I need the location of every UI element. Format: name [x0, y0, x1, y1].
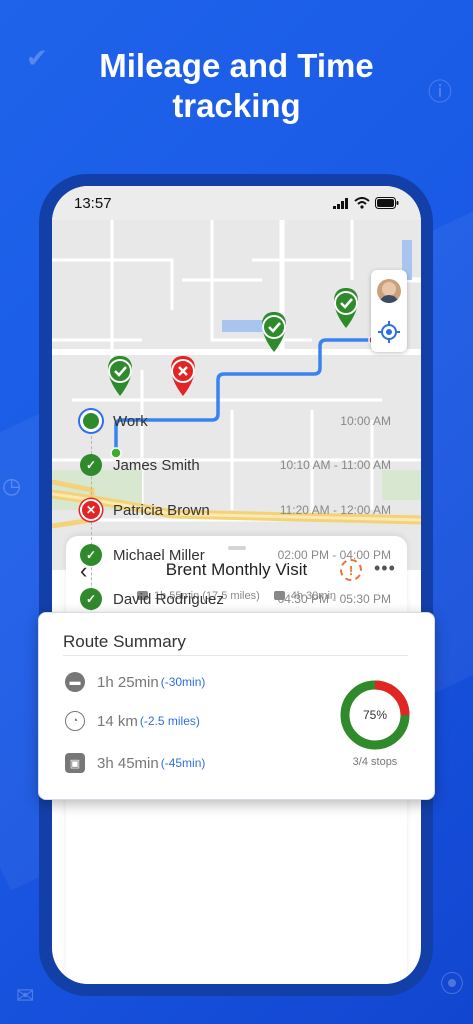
stop-name: Michael Miller — [113, 546, 205, 564]
stop-time: 04:30 PM - 05:30 PM — [277, 592, 391, 606]
work-time: 3h 45min — [97, 754, 159, 772]
list-item[interactable]: ✓ David Rodriguez 04:30 PM - 05:30 PM — [66, 584, 407, 614]
headline-line-1: Mileage and Time — [99, 47, 374, 84]
status-icons — [333, 197, 399, 209]
list-item[interactable]: ✓ Michael Miller 02:00 PM - 04:00 PM — [66, 540, 407, 570]
mail-icon: ✉ — [16, 984, 35, 1009]
stop-name: James Smith — [113, 456, 200, 474]
cross-icon: ✕ — [80, 499, 102, 521]
route-summary-title: Route Summary — [63, 632, 186, 651]
route-summary-card: Route Summary ▬ 1h 25min (-30min) ◔ 14 k… — [38, 612, 435, 800]
status-time: 13:57 — [74, 194, 112, 212]
stop-time: 10:10 AM - 11:00 AM — [279, 458, 391, 472]
distance-delta: (-2.5 miles) — [139, 714, 200, 728]
clock-icon: ◷ — [2, 474, 22, 499]
distance: 14 km — [97, 712, 138, 730]
check-icon: ✓ — [80, 454, 102, 476]
crosshair-icon[interactable] — [378, 321, 400, 343]
location-pin-icon: ⦿ — [440, 970, 464, 998]
check-icon: ✓ — [80, 588, 102, 610]
work-delta: (-45min) — [160, 756, 206, 770]
status-bar: 13:57 — [52, 186, 421, 220]
stop-name: Work — [113, 412, 148, 430]
distance-row: ◔ 14 km (-2.5 miles) — [65, 709, 200, 733]
stop-name: Patricia Brown — [113, 501, 210, 519]
map-controls — [371, 270, 407, 352]
progress-label: 75% — [363, 708, 387, 722]
signal-icon — [333, 197, 348, 209]
stops-count: 3/4 stops — [352, 756, 398, 768]
wifi-icon — [354, 197, 370, 209]
check-icon: ✓ — [80, 544, 102, 566]
speedometer-icon: ◔ — [65, 711, 85, 731]
stop-time: 02:00 PM - 04:00 PM — [277, 548, 391, 562]
drive-time-row: ▬ 1h 25min (-30min) — [65, 670, 205, 694]
list-item[interactable]: Work 10:00 AM — [66, 406, 407, 436]
car-icon: ▬ — [65, 672, 85, 692]
stop-time: 10:00 AM — [340, 414, 391, 428]
user-avatar[interactable] — [377, 279, 401, 303]
battery-icon — [375, 197, 399, 209]
list-item[interactable]: ✕ Patricia Brown 11:20 AM - 12:00 AM — [66, 495, 407, 525]
drive-delta: (-30min) — [160, 675, 206, 689]
drive-time: 1h 25min — [97, 673, 159, 691]
briefcase-icon: ▣ — [65, 753, 85, 773]
headline-line-2: tracking — [172, 87, 301, 124]
divider — [63, 655, 408, 656]
progress-ring: 75% — [340, 680, 410, 750]
stop-time: 11:20 AM - 12:00 AM — [279, 503, 391, 517]
promo-headline: Mileage and Time tracking — [0, 46, 473, 126]
start-icon — [80, 410, 102, 432]
stop-name: David Rodriguez — [113, 590, 224, 608]
phone-screen: 13:57 ‹ Brent Monthly Visit ! ••• 1h 55m… — [52, 186, 421, 984]
list-item[interactable]: ✓ James Smith 10:10 AM - 11:00 AM — [66, 450, 407, 480]
work-time-row: ▣ 3h 45min (-45min) — [65, 751, 205, 775]
